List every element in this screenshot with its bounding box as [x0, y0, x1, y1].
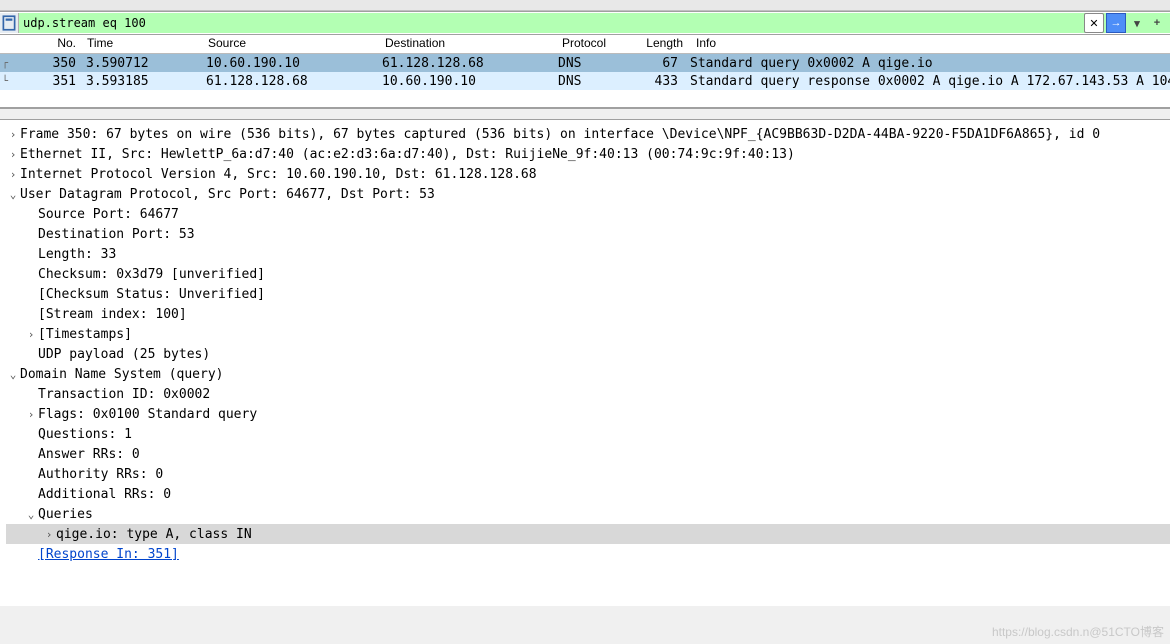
packet-row[interactable]: ┌ 350 3.590712 10.60.190.10 61.128.128.6…: [0, 54, 1170, 72]
filter-buttons: ✕ → ▾ +: [1080, 13, 1170, 33]
expand-icon[interactable]: ›: [6, 168, 20, 181]
cell-src: 10.60.190.10: [202, 56, 378, 71]
col-time[interactable]: Time: [83, 35, 204, 53]
packet-row[interactable]: └ 351 3.593185 61.128.128.68 10.60.190.1…: [0, 72, 1170, 90]
cell-dst: 61.128.128.68: [378, 56, 554, 71]
tree-udp-payload[interactable]: UDP payload (25 bytes): [6, 344, 1170, 364]
tree-udp[interactable]: ⌄User Datagram Protocol, Src Port: 64677…: [6, 184, 1170, 204]
expand-icon[interactable]: ›: [6, 148, 20, 161]
bookmark-filter-icon[interactable]: [0, 13, 19, 33]
col-proto[interactable]: Protocol: [558, 35, 623, 53]
cell-len: 67: [618, 56, 686, 71]
col-dst[interactable]: Destination: [381, 35, 558, 53]
expand-icon[interactable]: ›: [24, 408, 38, 421]
col-src[interactable]: Source: [204, 35, 381, 53]
packet-list-header[interactable]: No. Time Source Destination Protocol Len…: [0, 35, 1170, 54]
packet-details-pane[interactable]: ›Frame 350: 67 bytes on wire (536 bits),…: [0, 120, 1170, 606]
apply-filter-button[interactable]: →: [1106, 13, 1126, 33]
tree-label: Source Port: 64677: [38, 207, 179, 222]
tree-udp-checksum[interactable]: Checksum: 0x3d79 [unverified]: [6, 264, 1170, 284]
pane-splitter[interactable]: [0, 108, 1170, 120]
tree-dns-answer-rrs[interactable]: Answer RRs: 0: [6, 444, 1170, 464]
tree-label: Queries: [38, 507, 93, 522]
tree-dns[interactable]: ⌄Domain Name System (query): [6, 364, 1170, 384]
filter-history-dropdown[interactable]: ▾: [1128, 14, 1146, 32]
related-packet-icon: └: [2, 76, 8, 87]
tree-label: Checksum: 0x3d79 [unverified]: [38, 267, 265, 282]
col-info[interactable]: Info: [692, 35, 1170, 53]
tree-label: Answer RRs: 0: [38, 447, 140, 462]
expand-icon[interactable]: ›: [24, 328, 38, 341]
tree-udp-stream[interactable]: [Stream index: 100]: [6, 304, 1170, 324]
cell-proto: DNS: [554, 56, 618, 71]
tree-frame[interactable]: ›Frame 350: 67 bytes on wire (536 bits),…: [6, 124, 1170, 144]
collapse-icon[interactable]: ⌄: [6, 368, 20, 381]
tree-label: [Checksum Status: Unverified]: [38, 287, 265, 302]
cell-info: Standard query 0x0002 A qige.io: [686, 56, 1170, 71]
collapse-icon[interactable]: ⌄: [6, 188, 20, 201]
tree-udp-length[interactable]: Length: 33: [6, 244, 1170, 264]
tree-label: Authority RRs: 0: [38, 467, 163, 482]
tree-ip[interactable]: ›Internet Protocol Version 4, Src: 10.60…: [6, 164, 1170, 184]
tree-label: Transaction ID: 0x0002: [38, 387, 210, 402]
cell-info: Standard query response 0x0002 A qige.io…: [686, 74, 1170, 89]
tree-udp-dstport[interactable]: Destination Port: 53: [6, 224, 1170, 244]
main-toolbar: [0, 0, 1170, 11]
add-filter-button[interactable]: +: [1148, 14, 1166, 32]
expand-icon[interactable]: ›: [6, 128, 20, 141]
tree-dns-txid[interactable]: Transaction ID: 0x0002: [6, 384, 1170, 404]
tree-dns-queries[interactable]: ⌄Queries: [6, 504, 1170, 524]
tree-dns-questions[interactable]: Questions: 1: [6, 424, 1170, 444]
collapse-icon[interactable]: ⌄: [24, 508, 38, 521]
clear-filter-button[interactable]: ✕: [1084, 13, 1104, 33]
cell-no: 350: [0, 56, 82, 71]
tree-dns-authority-rrs[interactable]: Authority RRs: 0: [6, 464, 1170, 484]
expand-icon[interactable]: ›: [42, 528, 56, 541]
tree-udp-srcport[interactable]: Source Port: 64677: [6, 204, 1170, 224]
tree-label: qige.io: type A, class IN: [56, 527, 252, 542]
cell-len: 433: [618, 74, 686, 89]
tree-udp-checksum-status[interactable]: [Checksum Status: Unverified]: [6, 284, 1170, 304]
display-filter-input[interactable]: [19, 13, 1080, 33]
cell-proto: DNS: [554, 74, 618, 89]
tree-label: Flags: 0x0100 Standard query: [38, 407, 257, 422]
cell-time: 3.590712: [82, 56, 202, 71]
tree-label: Questions: 1: [38, 427, 132, 442]
packet-list-pane[interactable]: No. Time Source Destination Protocol Len…: [0, 35, 1170, 108]
tree-label: Length: 33: [38, 247, 116, 262]
tree-label: User Datagram Protocol, Src Port: 64677,…: [20, 187, 435, 202]
related-packet-icon: ┌: [2, 58, 8, 69]
watermark-text: https://blog.csdn.n@51CTO博客: [992, 623, 1164, 640]
tree-label: Destination Port: 53: [38, 227, 195, 242]
display-filter-bar: ✕ → ▾ +: [0, 11, 1170, 35]
tree-label: UDP payload (25 bytes): [38, 347, 210, 362]
tree-udp-timestamps[interactable]: ›[Timestamps]: [6, 324, 1170, 344]
tree-dns-query-entry[interactable]: ›qige.io: type A, class IN: [6, 524, 1170, 544]
tree-eth[interactable]: ›Ethernet II, Src: HewlettP_6a:d7:40 (ac…: [6, 144, 1170, 164]
tree-label-link[interactable]: [Response In: 351]: [38, 547, 179, 562]
cell-no: 351: [0, 74, 82, 89]
tree-label: Additional RRs: 0: [38, 487, 171, 502]
tree-label: Internet Protocol Version 4, Src: 10.60.…: [20, 167, 537, 182]
cell-dst: 10.60.190.10: [378, 74, 554, 89]
tree-dns-flags[interactable]: ›Flags: 0x0100 Standard query: [6, 404, 1170, 424]
tree-label: [Stream index: 100]: [38, 307, 187, 322]
col-len[interactable]: Length: [623, 35, 692, 53]
cell-time: 3.593185: [82, 74, 202, 89]
tree-label: Ethernet II, Src: HewlettP_6a:d7:40 (ac:…: [20, 147, 795, 162]
tree-dns-additional-rrs[interactable]: Additional RRs: 0: [6, 484, 1170, 504]
tree-label: Frame 350: 67 bytes on wire (536 bits), …: [20, 127, 1100, 142]
tree-label: [Timestamps]: [38, 327, 132, 342]
tree-label: Domain Name System (query): [20, 367, 224, 382]
cell-src: 61.128.128.68: [202, 74, 378, 89]
col-no[interactable]: No.: [0, 35, 83, 53]
tree-dns-response-in[interactable]: [Response In: 351]: [6, 544, 1170, 564]
